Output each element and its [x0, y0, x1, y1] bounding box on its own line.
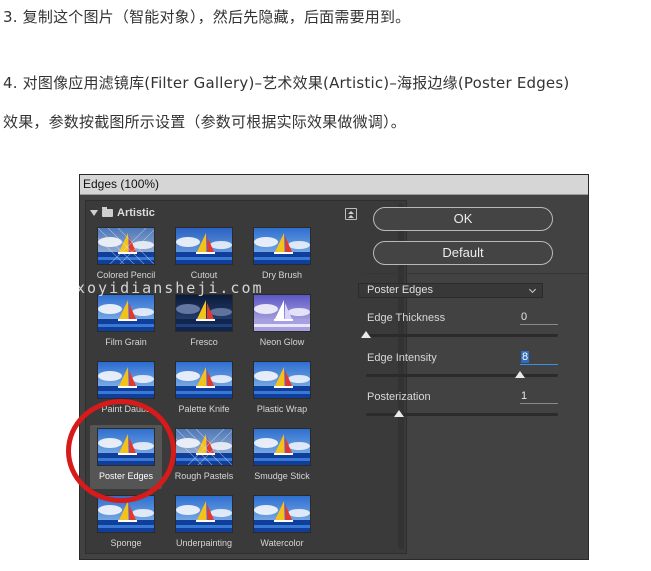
disclosure-triangle-icon[interactable]	[90, 210, 98, 216]
edge-intensity-slider-handle[interactable]	[514, 371, 525, 378]
filter-thumb-label: Rough Pastels	[174, 471, 234, 481]
filter-thumb-smudge-stick[interactable]: Smudge Stick	[246, 425, 318, 489]
filter-preview-image	[97, 361, 155, 399]
edge-thickness-value: 0	[521, 311, 528, 323]
edge-thickness-label: Edge Thickness	[367, 312, 446, 324]
filter-thumb-label: Smudge Stick	[254, 471, 310, 481]
filter-thumb-rough-pastels[interactable]: Rough Pastels	[168, 425, 240, 489]
filter-select-value: Poster Edges	[367, 284, 434, 296]
edge-thickness-slider[interactable]	[366, 334, 558, 337]
edge-thickness-field[interactable]: 0	[520, 311, 558, 325]
filter-thumb-label: Underpainting	[175, 538, 233, 548]
filter-thumb-label: Palette Knife	[178, 404, 230, 414]
folder-label: Artistic	[117, 207, 155, 219]
posterization-field[interactable]: 1	[520, 390, 558, 404]
filter-thumb-watercolor[interactable]: Watercolor	[246, 492, 318, 556]
posterization-label: Posterization	[367, 391, 431, 403]
edge-intensity-label: Edge Intensity	[367, 352, 437, 364]
filter-thumb-fresco[interactable]: Fresco	[168, 291, 240, 355]
filter-preview-image	[253, 294, 311, 332]
filter-thumb-palette-knife[interactable]: Palette Knife	[168, 358, 240, 422]
filter-preview-image	[253, 495, 311, 533]
filter-thumb-label: Fresco	[190, 337, 218, 347]
edge-intensity-field[interactable]: 8	[520, 351, 558, 365]
filter-gallery-dialog: Edges (100%) Artistic Colored Pencil Cuto…	[79, 174, 589, 560]
filter-thumb-label: Neon Glow	[259, 337, 305, 347]
filter-thumb-label: Watercolor	[260, 538, 304, 548]
posterization-slider-handle[interactable]	[393, 410, 404, 417]
edge-intensity-slider[interactable]	[366, 374, 558, 377]
filter-preview-image	[253, 428, 311, 466]
article-step-4: 4. 对图像应用滤镜库(Filter Gallery)–艺术效果(Artisti…	[3, 74, 570, 92]
dialog-title: Edges (100%)	[80, 175, 588, 195]
filter-thumb-neon-glow[interactable]: Neon Glow	[246, 291, 318, 355]
chevron-down-icon	[528, 285, 537, 294]
edge-thickness-slider-handle[interactable]	[361, 331, 371, 338]
article-step-4-cont: 效果，参数按截图所示设置（参数可根据实际效果做微调）。	[3, 113, 406, 131]
filter-preview-image	[175, 294, 233, 332]
ok-button[interactable]: OK	[373, 207, 553, 231]
filter-thumb-label: Film Grain	[105, 337, 147, 347]
filter-select[interactable]: Poster Edges	[358, 283, 543, 298]
filter-preview-image	[97, 294, 155, 332]
filter-thumb-label: Sponge	[110, 538, 142, 548]
folder-icon	[102, 207, 113, 217]
filter-thumb-plastic-wrap[interactable]: Plastic Wrap	[246, 358, 318, 422]
filter-preview-image	[253, 227, 311, 265]
collapse-gallery-icon[interactable]	[345, 208, 357, 220]
default-button[interactable]: Default	[373, 241, 553, 265]
filter-preview-image	[97, 227, 155, 265]
watermark-text: xoyidiansheji.com	[76, 279, 264, 297]
panel-divider	[362, 273, 588, 274]
filter-thumb-film-grain[interactable]: Film Grain	[90, 291, 162, 355]
filter-preview-image	[175, 495, 233, 533]
filter-thumb-label: Plastic Wrap	[256, 404, 308, 414]
filter-preview-image	[175, 227, 233, 265]
article-step-3: 3. 复制这个图片（智能对象），然后先隐藏，后面需要用到。	[3, 8, 411, 26]
filter-preview-image	[175, 361, 233, 399]
filter-thumb-underpainting[interactable]: Underpainting	[168, 492, 240, 556]
highlight-circle	[66, 399, 176, 503]
artistic-folder[interactable]: Artistic	[90, 206, 155, 220]
posterization-value: 1	[521, 390, 528, 402]
filter-preview-image	[253, 361, 311, 399]
edge-intensity-value: 8	[521, 351, 530, 363]
filter-preview-image	[175, 428, 233, 466]
